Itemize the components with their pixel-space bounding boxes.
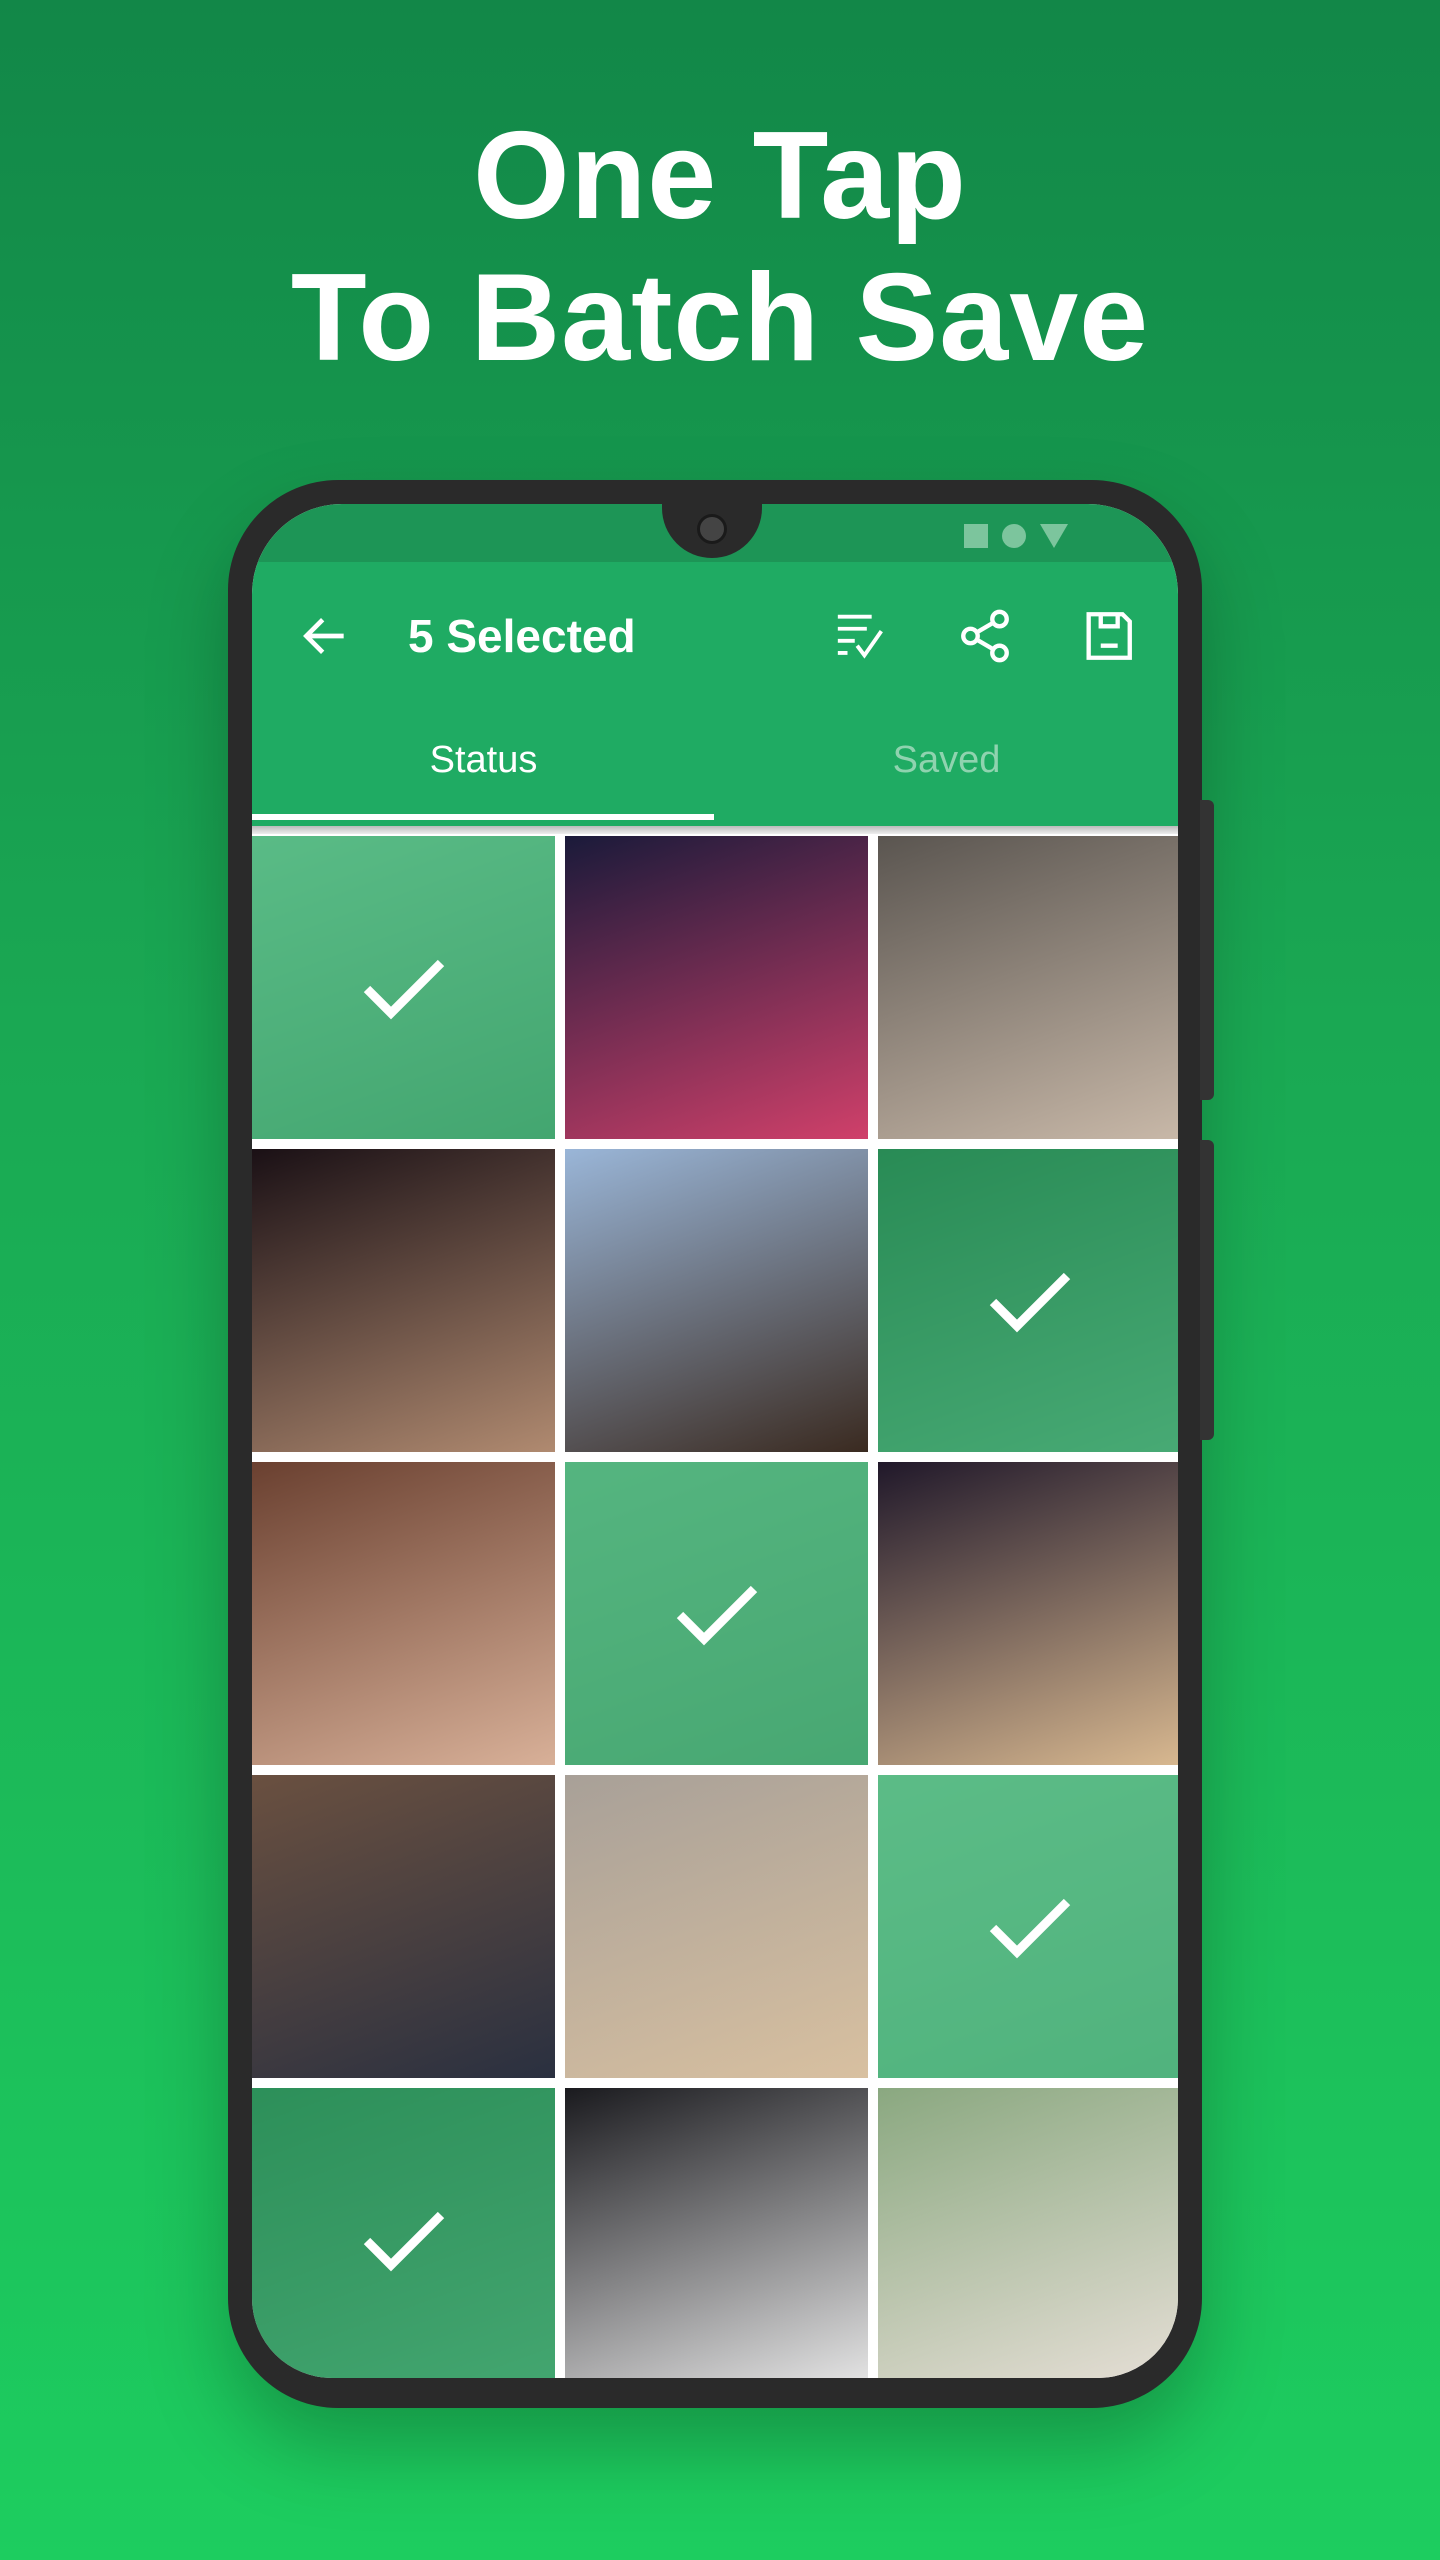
check-icon	[363, 959, 444, 1019]
phone-screen: 5 Selected Status Saved	[252, 504, 1178, 2378]
share-icon[interactable]	[955, 606, 1015, 666]
status-tile-plant-monitor[interactable]	[565, 2088, 868, 2378]
toolbar: 5 Selected	[252, 562, 1178, 710]
headline-line2: To Batch Save	[290, 249, 1150, 387]
status-tile-two-women[interactable]	[252, 1149, 555, 1452]
check-icon	[363, 2211, 444, 2271]
status-tile-desk-computer[interactable]	[878, 1149, 1178, 1452]
notch	[662, 504, 762, 558]
tab-bar: Status Saved	[252, 710, 1178, 826]
check-icon	[989, 1898, 1070, 1958]
save-icon[interactable]	[1078, 606, 1138, 666]
power-button	[1200, 1140, 1214, 1440]
active-tab-indicator	[252, 814, 714, 820]
status-tile-woman-sunglasses[interactable]	[878, 1462, 1178, 1765]
headline: One Tap To Batch Save	[0, 105, 1440, 389]
check-icon	[989, 1272, 1070, 1332]
status-tile-woman-cap[interactable]	[878, 836, 1178, 1139]
tab-status[interactable]: Status	[252, 710, 715, 826]
back-arrow-icon[interactable]	[297, 608, 353, 664]
status-tile-two-women-laughing[interactable]	[878, 2088, 1178, 2378]
status-tile-woman-hair-flying[interactable]	[565, 1149, 868, 1452]
status-tile-man-portrait[interactable]	[252, 2088, 555, 2378]
selection-count-title: 5 Selected	[408, 610, 636, 662]
phone-mockup: 5 Selected Status Saved	[228, 480, 1214, 2408]
status-grid	[252, 834, 1178, 2378]
status-tile-woman-blonde[interactable]	[565, 1775, 868, 2078]
volume-button	[1200, 800, 1214, 1100]
check-icon	[676, 1585, 757, 1645]
status-tile-room-table[interactable]	[565, 1462, 868, 1765]
camera-icon	[697, 514, 727, 544]
tab-saved[interactable]: Saved	[715, 710, 1178, 826]
status-tile-woman-pink-hair[interactable]	[565, 836, 868, 1139]
select-all-icon[interactable]	[832, 606, 892, 666]
status-tile-woman-portrait[interactable]	[252, 1462, 555, 1765]
status-tile-couple-forest[interactable]	[252, 1775, 555, 2078]
status-bar	[252, 504, 1178, 562]
headline-line1: One Tap	[473, 107, 967, 245]
status-tile-office[interactable]	[252, 836, 555, 1139]
back-triangle-icon	[1040, 524, 1068, 548]
status-tile-lamp-desk[interactable]	[878, 1775, 1178, 2078]
recents-icon	[964, 524, 988, 548]
home-icon	[1002, 524, 1026, 548]
